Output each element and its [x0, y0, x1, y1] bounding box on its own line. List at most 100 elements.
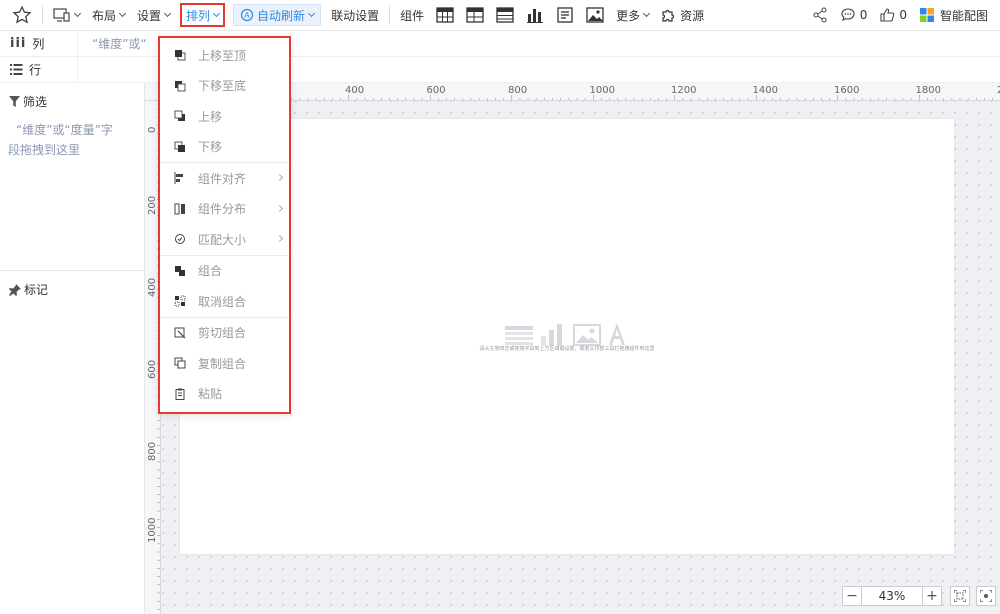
send-backward-icon — [174, 141, 186, 153]
arrange-menu-item-label: 复制组合 — [198, 356, 247, 371]
zoom-out-label: − — [846, 588, 858, 604]
cut-group-icon — [174, 327, 186, 339]
empty-state-tip: 请从左侧双击或拖拽字段到上方区域或设置，或者从顶部工具栏拖拽组件到这里 — [479, 346, 655, 352]
group-icon — [174, 265, 186, 277]
like-button[interactable]: 0 — [873, 0, 913, 31]
arrange-menu-item-label: 取消组合 — [198, 294, 247, 309]
arrange-menu-item[interactable]: 组合 — [160, 256, 289, 287]
chevron-down-icon — [213, 9, 221, 18]
component-text: 组件 — [400, 8, 425, 23]
columns-shelf[interactable]: iii 列 “维度”或“ — [0, 30, 1000, 57]
chevron-down-icon — [163, 9, 172, 18]
resources-button[interactable]: 资源 — [655, 0, 710, 31]
refresh-icon: A — [240, 8, 254, 22]
main-toolbar: 布局 设置 排列 A 自动刷新 联动设置 组件 更多 资源 0 0 智能配图 — [0, 0, 1000, 31]
copy-group-icon — [174, 357, 186, 369]
chevron-right-icon — [275, 234, 284, 243]
mark-title: 标记 — [0, 271, 145, 298]
arrange-menu-item[interactable]: 粘贴 — [160, 379, 289, 410]
filter-panel[interactable]: 筛选 “维度”或“度量”字 段拖拽到这里 标记 — [0, 83, 145, 614]
arrange-menu-item[interactable]: 剪切组合 — [160, 318, 289, 349]
layout-menu[interactable]: 布局 — [86, 0, 131, 31]
thumbs-up-icon — [879, 7, 895, 23]
align-icon — [174, 172, 186, 185]
smart-chart-button[interactable]: 智能配图 — [913, 0, 1000, 31]
arrange-menu-item[interactable]: 复制组合 — [160, 348, 289, 379]
funnel-icon — [9, 96, 20, 107]
zoom-out-button[interactable]: − — [842, 586, 862, 606]
image-component-icon[interactable] — [580, 0, 610, 31]
arrange-menu-item-label: 下移至底 — [198, 79, 247, 94]
detail-table-component-icon[interactable] — [490, 0, 520, 31]
settings-menu[interactable]: 设置 — [131, 0, 176, 31]
arrange-menu-item-label: 粘贴 — [198, 387, 223, 402]
arrange-menu-item[interactable]: 下移 — [160, 132, 289, 163]
columns-icon: iii — [10, 36, 27, 51]
arrange-menu-item[interactable]: 上移 — [160, 101, 289, 132]
crosstab-component-icon[interactable] — [460, 0, 490, 31]
arrange-menu-item-label: 组合 — [198, 264, 223, 279]
chevron-right-icon — [275, 173, 284, 182]
chevron-right-icon — [275, 204, 284, 212]
filter-hint: “维度”或“度量”字 段拖拽到这里 — [0, 110, 144, 160]
arrange-menu-item-label: 剪切组合 — [198, 326, 247, 341]
arrange-menu-item-label: 上移至顶 — [198, 48, 247, 63]
toolbar-divider — [42, 6, 43, 24]
rows-icon — [10, 64, 23, 75]
chevron-down-icon — [643, 9, 651, 18]
fullscreen-icon[interactable] — [976, 586, 996, 606]
comments-count: 0 — [859, 8, 868, 22]
shelf-area: iii 列 “维度”或“ 行 — [0, 30, 1000, 83]
share-icon[interactable] — [806, 0, 834, 31]
arrange-menu-item[interactable]: 匹配大小 — [160, 224, 289, 255]
ungroup-icon — [174, 295, 186, 307]
smart-chart-icon — [919, 7, 935, 23]
arrange-menu-item-label: 上移 — [198, 109, 223, 124]
arrange-menu-item-label: 下移 — [198, 140, 223, 155]
linkage-label: 联动设置 — [331, 8, 380, 23]
arrange-menu-item[interactable]: 组件对齐 — [160, 163, 289, 194]
text-component-icon[interactable] — [550, 0, 580, 31]
arrange-menu-item-label: 组件对齐 — [198, 171, 247, 186]
zoom-in-button[interactable]: + — [922, 586, 942, 606]
arrange-menu-item[interactable]: 下移至底 — [160, 71, 289, 102]
arrange-menu[interactable]: 排列 — [180, 3, 226, 27]
settings-label: 设置 — [137, 8, 162, 23]
auto-refresh-label: 自动刷新 — [257, 8, 306, 23]
likes-count: 0 — [899, 8, 907, 22]
mark-section[interactable]: 标记 — [0, 270, 145, 298]
zoom-in-label: + — [926, 588, 938, 604]
linkage-settings-button[interactable]: 联动设置 — [325, 0, 385, 31]
chevron-down-icon — [118, 9, 127, 18]
arrange-menu-item-label: 匹配大小 — [198, 232, 247, 247]
arrange-dropdown-menu: 上移至顶下移至底上移下移组件对齐组件分布匹配大小组合取消组合剪切组合复制组合粘贴 — [158, 36, 291, 414]
zoom-level[interactable]: 43% — [862, 586, 922, 606]
dashboard-page[interactable]: 请从左侧双击或拖拽字段到上方区域或设置，或者从顶部工具栏拖拽组件到这里 — [180, 119, 954, 554]
filter-hint-line2: 段拖拽到这里 — [8, 143, 81, 157]
bar-chart-component-icon[interactable] — [520, 0, 550, 31]
filter-title: 筛选 — [0, 83, 144, 110]
comments-button[interactable]: 0 — [834, 0, 874, 31]
smart-chart-label: 智能配图 — [939, 8, 988, 23]
table-component-icon[interactable] — [430, 0, 460, 31]
bring-to-front-icon — [174, 49, 186, 61]
more-menu[interactable]: 更多 — [610, 0, 655, 31]
send-to-back-icon — [174, 80, 186, 92]
fit-screen-icon[interactable] — [950, 586, 970, 606]
rows-label: 行 — [29, 63, 42, 77]
component-label: 组件 — [394, 0, 430, 31]
distribute-icon — [174, 203, 186, 215]
arrange-menu-item[interactable]: 取消组合 — [160, 286, 289, 317]
arrange-menu-item[interactable]: 组件分布 — [160, 194, 289, 225]
filter-hint-line1: “维度”或“度量”字 — [16, 123, 113, 137]
device-switch-button[interactable] — [47, 0, 86, 31]
more-label: 更多 — [616, 8, 641, 23]
favorite-star-icon[interactable] — [0, 0, 38, 31]
svg-text:A: A — [244, 11, 250, 20]
auto-refresh-menu[interactable]: A 自动刷新 — [233, 4, 322, 26]
rows-shelf[interactable]: 行 — [0, 56, 1000, 83]
arrange-menu-item[interactable]: 上移至顶 — [160, 40, 289, 71]
puzzle-icon — [661, 7, 677, 23]
chevron-down-icon — [73, 9, 82, 18]
bring-forward-icon — [174, 110, 186, 122]
